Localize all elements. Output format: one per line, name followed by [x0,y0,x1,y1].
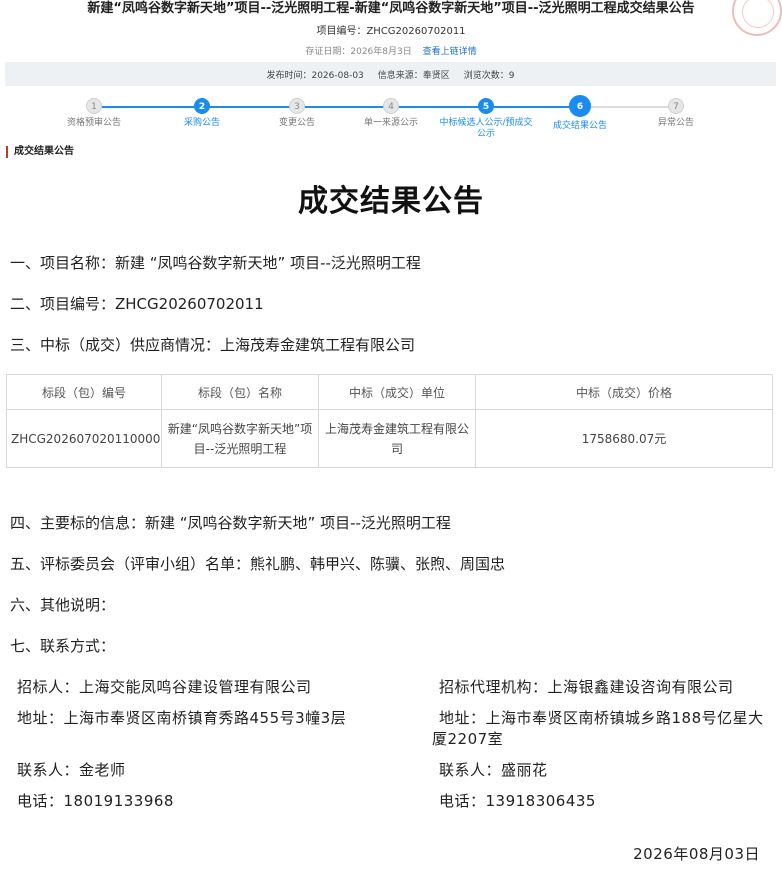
item-supplier: 三、中标（成交）供应商情况：上海茂寿金建筑工程有限公司 [10,336,416,354]
step-label: 异常公告 [657,118,694,128]
step-label: 成交结果公告 [552,121,607,131]
step-label: 单一来源公示 [363,118,418,128]
item-contact: 七、联系方式： [10,637,116,655]
step-label: 采购公告 [183,118,220,128]
cell-price: 1758680.07元 [475,409,773,468]
page-title: 成交结果公告 [298,184,484,219]
progress-steps: 1 资格预审公告 2 采购公告 3 变更公告 4 单一来源公示 5 中标候选人公… [0,95,782,148]
item-committee: 五、评标委员会（评审小组）名单：熊礼鹏、韩甲兴、陈骥、张煦、周国忠 [10,555,506,573]
buyer-address: 地址：上海市奉贤区南桥镇育秀路455号3幢3层 [17,709,347,727]
buyer-name: 招标人：上海交能凤鸣谷建设管理有限公司 [17,678,312,696]
info-source: 信息来源：奉贤区 [377,70,450,81]
award-table: 标段（包）编号 标段（包）名称 中标（成交）单位 中标（成交）价格 ZHCG20… [6,374,773,468]
meta-bar: 发布时间：2026-08-03 信息来源：奉贤区 浏览次数：9 [5,62,776,86]
step-4[interactable]: 4 单一来源公示 [341,96,441,129]
project-code-line: 项目编号：ZHCG20260702011 [316,26,466,37]
item-project-name: 一、项目名称：新建 “凤鸣谷数字新天地” 项目--泛光照明工程 [10,254,421,272]
step-1[interactable]: 1 资格预审公告 [44,96,144,129]
section-label: 成交结果公告 [6,146,74,158]
announcement-date: 2026年08月03日 [633,845,760,863]
step-label: 资格预审公告 [66,118,121,128]
cell-lot-code: ZHCG2026070201100001 [6,409,162,468]
step-6[interactable]: 6 成交结果公告 [530,95,630,132]
step-7[interactable]: 7 异常公告 [626,96,726,129]
buyer-phone: 电话：18019133968 [17,792,174,810]
buyer-contact-person: 联系人：金老师 [17,761,126,779]
view-count: 浏览次数：9 [463,70,515,81]
col-header-lot-code: 标段（包）编号 [6,374,162,410]
table-header-row: 标段（包）编号 标段（包）名称 中标（成交）单位 中标（成交）价格 [6,374,773,410]
table-row: ZHCG2026070201100001 新建“凤鸣谷数字新天地”项目--泛光照… [6,409,773,468]
step-label: 中标候选人公示/预成交公示 [439,118,533,139]
col-header-price: 中标（成交）价格 [475,374,773,410]
step-5[interactable]: 5 中标候选人公示/预成交公示 [436,96,536,140]
item-main-target: 四、主要标的信息：新建 “凤鸣谷数字新天地” 项目--泛光照明工程 [10,514,451,532]
certificate-line: 存证日期：2026年8月3日 查看上链详情 [0,44,782,57]
step-number: 7 [668,98,684,114]
step-number: 1 [86,98,102,114]
step-number: 3 [289,98,305,114]
step-number: 5 [478,98,494,114]
publish-time: 发布时间：2026-08-03 [266,70,364,81]
item-project-code: 二、项目编号：ZHCG20260702011 [10,295,264,313]
step-number: 6 [569,95,591,117]
cert-date: 存证日期：2026年8月3日 [305,47,412,57]
agent-address: 地址：上海市奉贤区南桥镇城乡路188号亿星大厦2207室 [432,709,764,748]
agent-contact-person: 联系人：盛丽花 [439,761,548,779]
step-number: 4 [383,98,399,114]
page-header-title: 新建“凤鸣谷数字新天地”项目--泛光照明工程-新建“凤鸣谷数字新天地”项目--泛… [87,1,695,16]
cell-lot-name: 新建“凤鸣谷数字新天地”项目--泛光照明工程 [161,409,319,468]
cell-winner: 上海茂寿金建筑工程有限公司 [318,409,476,468]
item-other: 六、其他说明： [10,596,116,614]
step-2[interactable]: 2 采购公告 [152,96,252,129]
step-number: 2 [194,98,210,114]
col-header-winner: 中标（成交）单位 [318,374,476,410]
step-3[interactable]: 3 变更公告 [247,96,347,129]
agent-phone: 电话：13918306435 [439,792,596,810]
col-header-lot-name: 标段（包）名称 [161,374,319,410]
agent-name: 招标代理机构：上海银鑫建设咨询有限公司 [439,678,734,696]
step-label: 变更公告 [278,118,315,128]
view-chain-details-link[interactable]: 查看上链详情 [423,47,477,57]
